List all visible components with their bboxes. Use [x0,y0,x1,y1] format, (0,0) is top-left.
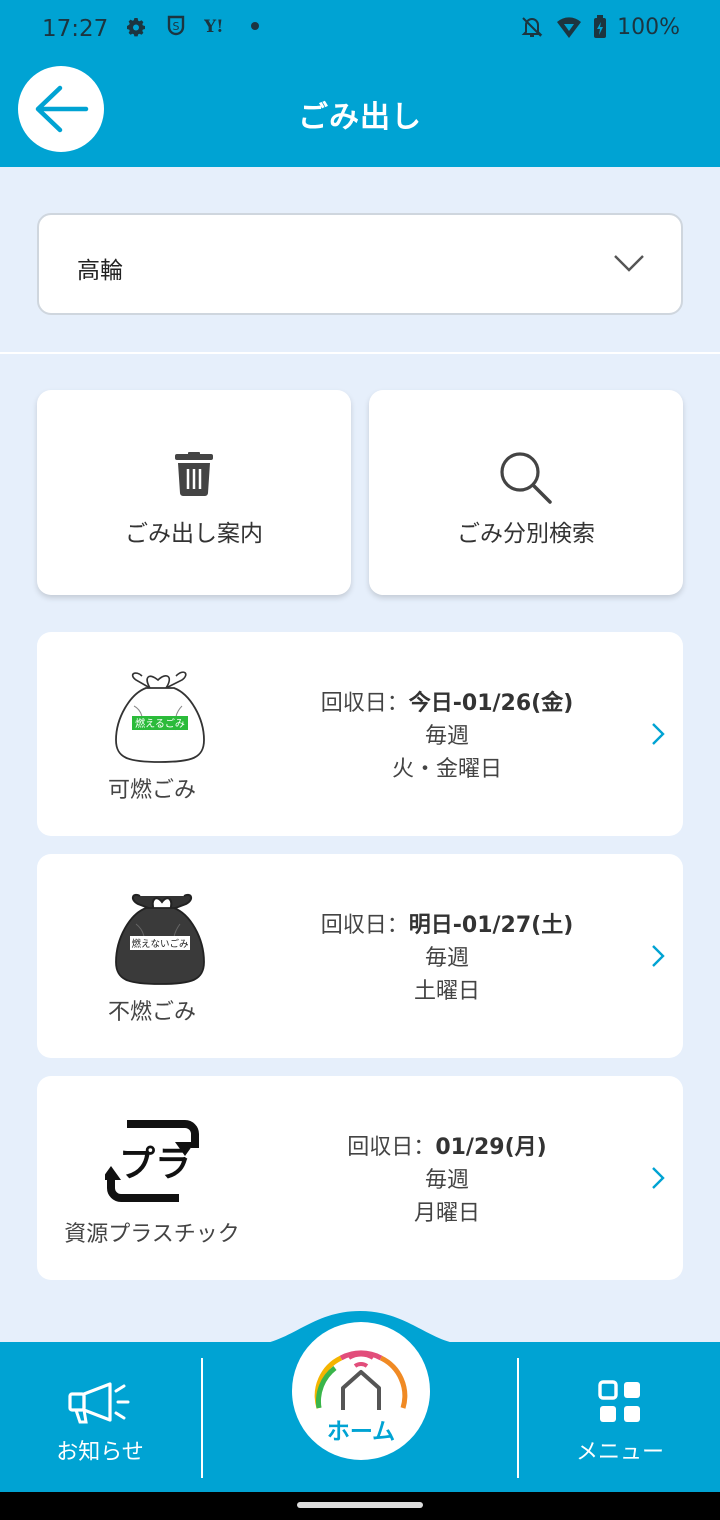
chevron-right-icon [652,945,665,967]
collection-frequency: 毎週 [424,724,469,749]
battery-percent: 100% [617,14,680,40]
garbage-search-tile[interactable]: ごみ分別検索 [369,390,683,595]
collection-prefix: 回収日： [320,913,409,938]
collection-days: 月曜日 [413,1201,480,1226]
nav-news[interactable]: お知らせ [0,1342,200,1492]
burnable-bag-icon: 燃えるごみ [115,671,205,763]
collection-days: 火・金曜日 [391,757,502,782]
garbage-guide-tile[interactable]: ごみ出し案内 [37,390,351,595]
page-title: ごみ出し [298,100,422,135]
schedule-info: 回収日：01/29(月) 毎週 月曜日 [302,1131,592,1230]
trash-icon [175,452,213,496]
garbage-search-label: ごみ分別検索 [457,521,595,547]
gear-icon [127,18,145,37]
schedule-card-nonburnable[interactable]: 燃えないごみ 不燃ごみ 回収日：明日-01/27(土) 毎週 土曜日 [37,854,683,1058]
grid-menu-icon [598,1380,640,1422]
nav-news-label: お知らせ [56,1440,144,1465]
schedule-card-plastic[interactable]: プラ 資源プラスチック 回収日：01/29(月) 毎週 月曜日 [37,1076,683,1280]
bell-off-icon [521,17,543,37]
home-icon [314,1350,408,1410]
status-left-icons: S Y! [124,14,260,38]
svg-text:Y!: Y! [204,17,224,37]
collection-date: 明日-01/27(土) [408,913,574,938]
burnable-bag-text: 燃えるごみ [135,717,185,730]
schedule-name: 不燃ごみ [107,1000,196,1025]
collection-prefix: 回収日： [320,691,409,716]
garbage-guide-label: ごみ出し案内 [125,521,263,547]
area-select-value: 高輪 [77,258,123,284]
collection-days: 土曜日 [413,979,480,1004]
schedule-card-burnable[interactable]: 燃えるごみ 可燃ごみ 回収日：今日-01/26(金) 毎週 火・金曜日 [37,632,683,836]
schedule-name: 資源プラスチック [64,1222,240,1247]
nonburnable-bag-icon: 燃えないごみ [115,894,205,985]
app-bar: ごみ出し [0,60,720,167]
chevron-right-icon [652,723,665,745]
nonburnable-bag-text: 燃えないごみ [131,938,188,950]
wifi-icon [557,17,582,38]
collection-prefix: 回収日： [347,1135,436,1160]
plastic-mark-text: プラ [119,1144,191,1185]
plastic-recycle-icon: プラ [105,1120,199,1202]
collection-date: 今日-01/26(金) [408,691,574,716]
nav-home-label: ホーム [326,1419,396,1445]
search-icon [500,452,552,504]
schedule-name: 可燃ごみ [107,778,196,803]
nav-divider [201,1358,203,1478]
status-right-icons: 100% [519,14,680,40]
nav-home-button[interactable]: ホーム [292,1322,430,1460]
chevron-right-icon [652,1167,665,1189]
yahoo-icon: Y! [204,17,224,37]
shield-icon: S [167,15,185,36]
dot-icon [251,22,259,30]
status-bar: 17:27 S Y! 100% [0,0,720,60]
collection-frequency: 毎週 [424,1168,469,1193]
collection-date: 01/29(月) [435,1135,547,1160]
nav-divider [517,1358,519,1478]
svg-text:S: S [173,20,180,33]
home-gesture-handle[interactable] [297,1502,423,1508]
chevron-down-icon [614,255,644,272]
nav-menu[interactable]: メニュー [520,1342,720,1492]
status-time: 17:27 [42,16,109,42]
system-nav-bar [0,1492,720,1520]
schedule-info: 回収日：今日-01/26(金) 毎週 火・金曜日 [277,687,617,786]
battery-icon [594,15,607,38]
megaphone-icon [68,1382,130,1424]
collection-frequency: 毎週 [424,946,469,971]
nav-menu-label: メニュー [575,1440,664,1465]
divider [0,352,720,354]
schedule-info: 回収日：明日-01/27(土) 毎週 土曜日 [277,909,617,1008]
area-select[interactable]: 高輪 [37,213,683,315]
